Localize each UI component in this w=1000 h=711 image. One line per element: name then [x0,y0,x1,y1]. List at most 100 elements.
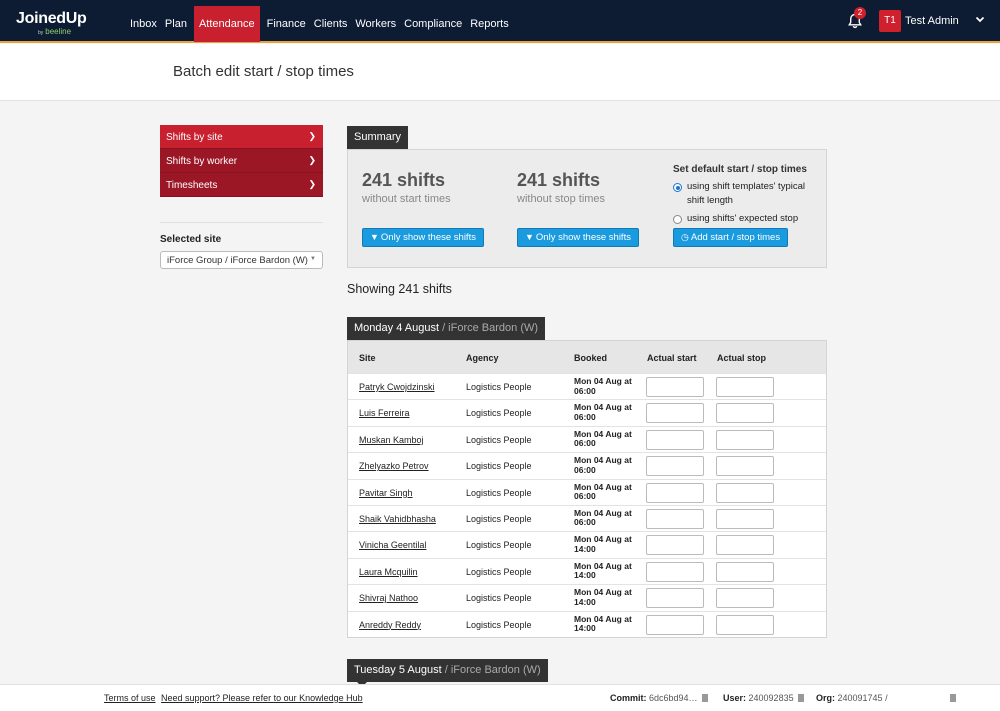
shifts-without-start-caption: without start times [362,193,451,205]
shifts-without-stop-count: 241 shifts [517,170,601,190]
nav-compliance[interactable]: Compliance [400,6,466,42]
worker-name-link[interactable]: Pavitar Singh [359,488,413,498]
copy-icon[interactable] [950,694,956,702]
sidebar-item-label: Shifts by site [166,132,223,143]
actual-start-input[interactable] [646,377,704,397]
column-header-booked[interactable]: Booked [574,353,607,363]
nav-plan[interactable]: Plan [161,6,191,42]
sidebar-item-shifts-by-worker[interactable]: Shifts by worker ❯ [160,149,323,173]
chevron-down-icon[interactable] [975,14,985,24]
copy-icon[interactable] [701,694,708,702]
actual-stop-input[interactable] [716,561,774,582]
worker-name-link[interactable]: Zhelyazko Petrov [359,461,429,471]
add-start-stop-times-button[interactable]: ◷ Add start / stop times [673,228,789,247]
chevron-right-icon: ❯ [308,155,316,165]
booked-time: Mon 04 Aug at 06:00 [574,402,632,422]
column-header-agency[interactable]: Agency [466,353,499,363]
actual-start-input[interactable] [646,482,704,503]
nav-attendance[interactable]: Attendance [193,6,260,42]
actual-stop-input[interactable] [716,456,774,477]
chevron-right-icon: ❯ [308,131,316,141]
showing-count: Showing 241 shifts [347,282,452,296]
sidebar-item-label: Shifts by worker [166,156,238,167]
only-show-without-start-button[interactable]: ▼ Only show these shifts [362,228,484,247]
column-header-site[interactable]: Site [359,353,376,363]
actual-start-input[interactable] [646,614,704,635]
nav-clients[interactable]: Clients [310,6,352,42]
table-row: Muskan Kamboj Logistics People Mon 04 Aug … [348,425,826,452]
nav-reports[interactable]: Reports [466,6,513,42]
actual-start-input[interactable] [646,535,704,556]
notification-count-badge: 2 [854,7,866,19]
actual-start-input[interactable] [646,561,704,582]
table-row: Laura Mcquilin Logistics People Mon 04 Aug… [348,557,826,584]
nav-workers[interactable]: Workers [351,6,400,42]
actual-stop-input[interactable] [716,614,774,635]
commit-info: Commit: 6dc6bd94… [610,693,708,703]
brand-partner: by beeline [38,27,72,36]
worker-name-link[interactable]: Muskan Kamboj [359,435,424,445]
booked-time: Mon 04 Aug at 06:00 [574,507,632,528]
actual-start-input[interactable] [646,403,704,424]
actual-start-input[interactable] [646,429,704,450]
actual-stop-input[interactable] [716,403,774,424]
actual-stop-input[interactable] [716,429,774,450]
chevron-right-icon: ❯ [308,179,316,189]
actual-stop-input[interactable] [716,535,774,556]
worker-name-link[interactable]: Shaik Vahidbhasha [359,514,436,524]
table-row: Shivraj Nathoo Logistics People Mon 04 Aug… [348,584,826,610]
table-row: Patryk Cwojdzinski Logistics People Mon 04… [348,373,826,399]
radio-button-selected[interactable] [673,183,682,192]
logo[interactable]: JoinedUp by beeline [16,10,87,36]
agency-name: Logistics People [466,566,532,577]
avatar[interactable]: T1 [879,10,901,32]
worker-name-link[interactable]: Vinicha Geentilal [359,540,426,550]
radio-button[interactable] [673,215,682,224]
top-navigation-bar: JoinedUp by beeline Inbox Plan Attendance… [0,0,1000,43]
nav-inbox[interactable]: Inbox [126,6,161,42]
agency-name: Logistics People [466,461,532,472]
only-show-without-stop-button[interactable]: ▼ Only show these shifts [517,228,639,247]
actual-stop-input[interactable] [716,588,774,609]
actual-stop-input[interactable] [716,508,774,529]
default-times-panel: Set default start / stop times using shi… [673,164,823,230]
actual-stop-input[interactable] [716,377,774,397]
worker-name-link[interactable]: Laura Mcquilin [359,567,418,577]
agency-name: Logistics People [466,619,532,630]
table-body: Patryk Cwojdzinski Logistics People Mon 04… [348,373,826,637]
actual-stop-input[interactable] [716,482,774,503]
worker-name-link[interactable]: Patryk Cwojdzinski [359,382,435,392]
agency-name: Logistics People [466,382,532,392]
sidebar-menu: Shifts by site ❯ Shifts by worker ❯ Time… [160,125,323,197]
sidebar-item-timesheets[interactable]: Timesheets ❯ [160,173,323,197]
column-header-actual-start[interactable]: Actual start [647,353,697,363]
user-name[interactable]: Test Admin [905,15,959,27]
sidebar-item-label: Timesheets [166,180,218,191]
actual-start-input[interactable] [646,456,704,477]
option-template-length[interactable]: using shift templates' typical shift len… [673,180,823,208]
worker-name-link[interactable]: Shivraj Nathoo [359,593,418,603]
table-row: Luis Ferreira Logistics People Mon 04 Aug … [348,399,826,425]
table-row: Pavitar Singh Logistics People Mon 04 Aug … [348,478,826,505]
terms-of-use-link[interactable]: Terms of use [104,693,156,703]
page-title: Batch edit start / stop times [173,63,354,80]
sidebar-item-shifts-by-site[interactable]: Shifts by site ❯ [160,125,323,149]
column-header-actual-stop[interactable]: Actual stop [717,353,766,363]
copy-icon[interactable] [797,694,804,702]
site-select[interactable]: iForce Group / iForce Bardon (W) ▼ [160,251,323,269]
day-group-header: Monday 4 August / iForce Bardon (W) [347,317,546,345]
agency-name: Logistics People [466,434,532,445]
agency-name: Logistics People [466,540,532,551]
worker-name-link[interactable]: Luis Ferreira [359,408,410,418]
actual-start-input[interactable] [646,508,704,529]
worker-name-link[interactable]: Anreddy Reddy [359,620,421,630]
shifts-without-start-count: 241 shifts [362,170,446,190]
main-nav: Inbox Plan Attendance Finance Clients Wo… [126,6,513,42]
booked-time: Mon 04 Aug at 06:00 [574,481,632,502]
knowledge-hub-link[interactable]: Need support? Please refer to our Knowle… [161,693,363,703]
site-select-value: iForce Group / iForce Bardon (W) [167,255,308,266]
nav-finance[interactable]: Finance [263,6,310,42]
actual-start-input[interactable] [646,588,704,609]
option-expected-stop[interactable]: using shifts' expected stop [673,212,823,226]
shifts-without-start: 241 shifts without start times [362,170,451,205]
